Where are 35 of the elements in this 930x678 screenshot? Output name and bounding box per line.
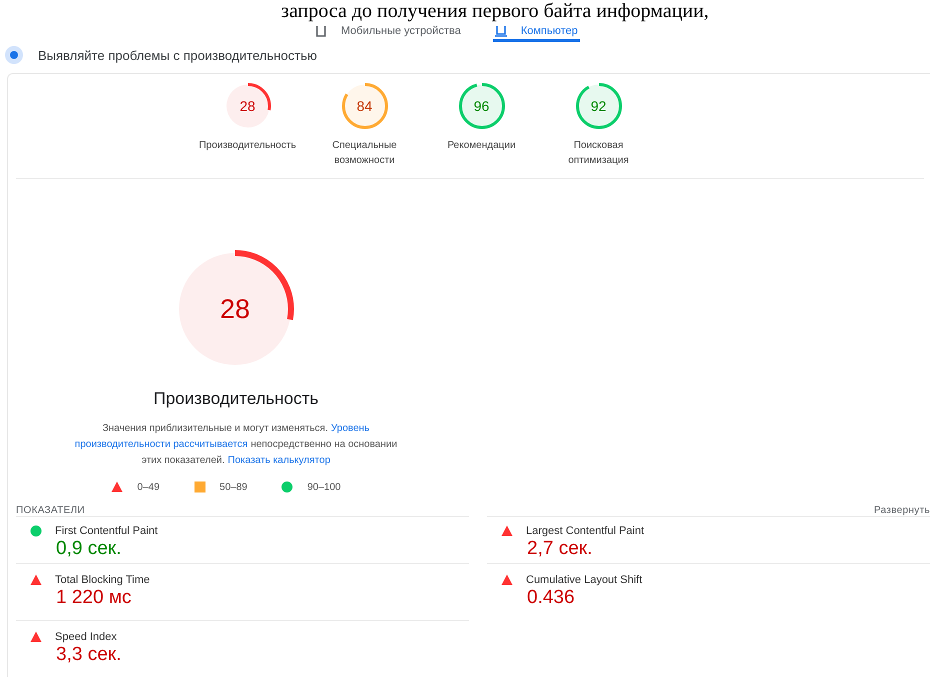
metric-value: 0,9 сек. bbox=[56, 538, 122, 560]
description-text: этих показателей. bbox=[142, 454, 225, 468]
category-label: Специальные возможности bbox=[331, 139, 398, 168]
device-tab[interactable]: Компьютер bbox=[492, 22, 580, 42]
description-text: непосредственно на основании bbox=[250, 438, 398, 452]
expand-link[interactable]: Развернуть bbox=[874, 505, 930, 516]
device-tab[interactable]: Мобильные устройства bbox=[313, 22, 463, 42]
legend-label: 0–49 bbox=[137, 482, 160, 492]
legend-label: 50–89 bbox=[220, 482, 248, 492]
score-title: Производительность bbox=[153, 389, 318, 409]
category-label: Производительность bbox=[198, 139, 296, 153]
metric-name: First Contentful Paint bbox=[55, 525, 158, 537]
score-gauge: 96 bbox=[458, 82, 506, 130]
metric-value: 0.436 bbox=[527, 587, 576, 609]
metric-name: Largest Contentful Paint bbox=[526, 525, 644, 537]
metric-value: 2,7 сек. bbox=[527, 538, 594, 560]
metric-value: 3,3 сек. bbox=[56, 644, 122, 666]
score-gauge: 84 bbox=[340, 82, 388, 130]
category-label: Поисковая оптимизация bbox=[567, 139, 630, 168]
pulse-dot-icon bbox=[10, 51, 18, 59]
score-gauge: 28 bbox=[224, 82, 272, 130]
metric-name: Speed Index bbox=[55, 631, 117, 643]
notice-text: Выявляйте проблемы с производительностью bbox=[38, 48, 318, 62]
metric-value: 1 220 мс bbox=[56, 587, 132, 609]
category-label: Рекомендации bbox=[447, 139, 516, 153]
link[interactable]: Показать калькулятор bbox=[228, 453, 330, 469]
link[interactable]: производительности рассчитывается bbox=[74, 437, 248, 453]
section-title: ПОКАЗАТЕЛИ bbox=[16, 505, 85, 516]
link[interactable]: Уровень bbox=[331, 421, 370, 437]
document-text: запроса до получения первого байта информации, bbox=[280, 0, 710, 22]
description-text: Значения приблизительные и могут изменяться. bbox=[102, 422, 328, 436]
metric-name: Total Blocking Time bbox=[55, 574, 150, 586]
score-gauge: 92 bbox=[574, 82, 622, 130]
legend-label: 90–100 bbox=[307, 482, 341, 492]
metric-name: Cumulative Layout Shift bbox=[526, 574, 642, 586]
